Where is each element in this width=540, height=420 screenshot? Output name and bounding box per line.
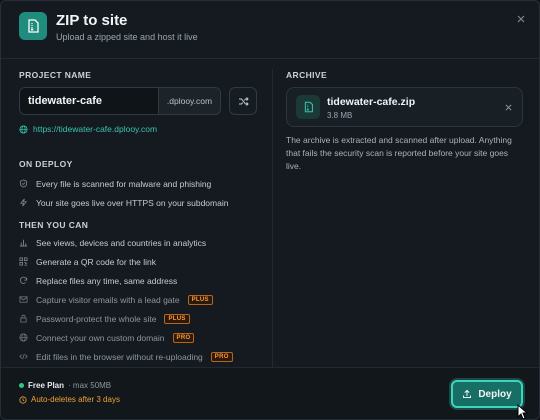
pro-badge: PRO [210, 351, 233, 362]
mail-icon [19, 295, 28, 304]
shield-check-icon [19, 179, 28, 188]
plan-info: Free Plan · max 50MB [19, 381, 111, 390]
feature-item: Capture visitor emails with a lead gate … [19, 293, 213, 306]
qr-code-icon [19, 257, 28, 266]
plan-limit: · max 50MB [68, 381, 112, 390]
close-icon[interactable] [513, 11, 529, 27]
on-deploy-item: Every file is scanned for malware and ph… [19, 177, 211, 190]
mouse-cursor-icon [517, 404, 529, 419]
shuffle-name-button[interactable] [229, 87, 257, 115]
zip-file-icon [296, 95, 320, 119]
column-divider [272, 69, 273, 367]
feature-item-label: Replace files any time, same address [36, 275, 178, 286]
shuffle-icon [238, 96, 249, 106]
feature-item-label: Capture visitor emails with a lead gate [36, 294, 180, 305]
zip-file-icon [19, 12, 47, 40]
feature-item: Connect your own custom domain PRO [19, 331, 195, 344]
site-url-link[interactable]: https://tidewater-cafe.dplooy.com [33, 124, 157, 134]
plus-badge: PLUS [187, 294, 213, 305]
feature-item: Replace files any time, same address [19, 274, 177, 287]
then-you-can-label: THEN YOU CAN [19, 220, 89, 230]
auto-delete-text: Auto-deletes after 3 days [31, 395, 120, 404]
feature-item-label: Connect your own custom domain [36, 332, 165, 343]
plan-name: Free Plan [28, 381, 65, 390]
globe-icon [19, 333, 28, 342]
archive-file-name: tidewater-cafe.zip [327, 96, 416, 108]
on-deploy-item-label: Your site goes live over HTTPS on your s… [36, 197, 229, 208]
refresh-icon [19, 276, 28, 285]
feature-item-label: See views, devices and countries in anal… [36, 237, 207, 248]
plan-status-dot [19, 383, 24, 388]
on-deploy-item-label: Every file is scanned for malware and ph… [36, 178, 212, 189]
pro-badge: PRO [172, 332, 195, 343]
on-deploy-label: ON DEPLOY [19, 159, 73, 169]
archive-file-size: 3.8 MB [327, 111, 353, 120]
project-name-label: PROJECT NAME [19, 70, 92, 80]
lock-icon [19, 314, 28, 323]
deploy-label: Deploy [478, 388, 512, 400]
clock-icon [19, 395, 27, 404]
feature-item: Edit files in the browser without re-upl… [19, 350, 233, 363]
bar-chart-icon [19, 238, 28, 247]
domain-suffix: .dplooy.com [158, 88, 220, 114]
project-name-input[interactable] [20, 88, 158, 114]
feature-item-label: Password-protect the whole site [36, 313, 157, 324]
feature-item-label: Generate a QR code for the link [36, 256, 157, 267]
archive-note: The archive is extracted and scanned aft… [286, 135, 512, 171]
archive-label: ARCHIVE [286, 70, 328, 80]
remove-file-icon[interactable] [503, 102, 513, 112]
dialog-subtitle: Upload a zipped site and host it live [56, 32, 198, 42]
plus-badge: PLUS [164, 313, 190, 324]
dialog-footer: Free Plan · max 50MB Auto-deletes after … [1, 367, 539, 419]
feature-item: See views, devices and countries in anal… [19, 236, 206, 249]
archive-file-card: tidewater-cafe.zip 3.8 MB [286, 87, 523, 127]
feature-item-label: Edit files in the browser without re-upl… [36, 351, 203, 362]
dialog-header: ZIP to site Upload a zipped site and hos… [1, 1, 539, 59]
zip-to-site-dialog: ZIP to site Upload a zipped site and hos… [0, 0, 540, 420]
upload-icon [463, 389, 472, 398]
auto-delete-warning: Auto-deletes after 3 days [19, 395, 120, 404]
deploy-button[interactable]: Deploy [451, 380, 523, 408]
globe-icon [19, 124, 28, 134]
feature-item: Password-protect the whole site PLUS [19, 312, 190, 325]
project-name-field: .dplooy.com [19, 87, 221, 115]
dialog-title: ZIP to site [56, 12, 128, 29]
site-url-row: https://tidewater-cafe.dplooy.com [19, 123, 157, 135]
on-deploy-item: Your site goes live over HTTPS on your s… [19, 196, 228, 209]
feature-item: Generate a QR code for the link [19, 255, 156, 268]
code-icon [19, 352, 28, 361]
bolt-icon [19, 198, 28, 207]
